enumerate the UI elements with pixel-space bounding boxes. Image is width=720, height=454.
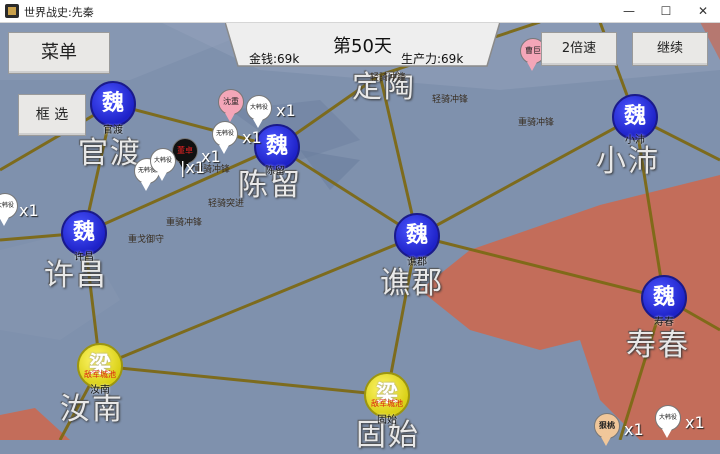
unit-count: x1 <box>624 420 644 439</box>
unit-count: x1 <box>19 201 39 220</box>
unit-marker[interactable]: 大韩役 <box>246 95 272 128</box>
city-name-chenliu: 陈留 <box>265 166 285 177</box>
city-name-guandu: 官渡 <box>103 125 123 136</box>
wei-faction-glyph: 魏 <box>101 91 124 116</box>
region-label-dingtao: 定陶 <box>352 70 416 105</box>
unit-count: x1 <box>276 101 296 120</box>
troop-label: 轻骑突进 <box>208 199 245 209</box>
app-icon <box>5 4 19 18</box>
window-title: 世界战史:先秦 <box>24 6 94 19</box>
unit-marker[interactable]: 大韩役 <box>0 193 18 226</box>
city-name-shouchun: 寿春 <box>654 317 674 328</box>
city-name-xuchang: 许昌 <box>74 252 94 263</box>
money-display: 金钱:69k <box>249 52 300 66</box>
resume-button[interactable]: 继续 <box>632 32 708 66</box>
enemy-city-tag: 敌军城池 <box>371 399 403 408</box>
unit-marker[interactable]: 狠桃 <box>594 413 620 446</box>
unit-count: |x1 <box>180 158 206 177</box>
troop-label: 重骑冲锋 <box>518 118 555 128</box>
window-titlebar: 世界战史:先秦 — ☐ ✕ <box>0 0 720 23</box>
speed-button[interactable]: 2倍速 <box>541 32 617 66</box>
troop-label: 轻骑冲锋 <box>370 73 407 83</box>
enemy-city-tag: 敌军城池 <box>84 370 116 379</box>
unit-count: x1 <box>685 413 705 432</box>
troop-label: 重戈御守 <box>128 235 165 245</box>
unit-marker[interactable]: 大韩役 <box>655 405 681 438</box>
unit-marker[interactable]: 大韩役 <box>150 148 176 181</box>
production-display: 生产力:69k <box>401 52 464 66</box>
status-panel: 第50天 金钱:69k 生产力:69k <box>225 22 500 68</box>
minimize-button[interactable]: — <box>614 1 644 21</box>
menu-button[interactable]: 菜单 <box>8 32 110 74</box>
box-select-button[interactable]: 框 选 <box>18 94 86 136</box>
city-name-qiaojun: 谯郡 <box>407 257 427 268</box>
wei-faction-glyph: 魏 <box>405 223 428 248</box>
troop-label: 轻骑冲锋 <box>432 95 469 105</box>
city-name-xiaopei: 小沛 <box>625 135 645 146</box>
city-name-gushi: 固始 <box>377 415 397 426</box>
maximize-button[interactable]: ☐ <box>651 1 681 21</box>
city-name-runan: 汝南 <box>90 385 110 396</box>
troop-label: 重骑冲锋 <box>166 218 203 228</box>
unit-count: x1 <box>242 128 262 147</box>
liang-faction-glyph: 梁 <box>375 382 398 407</box>
unit-marker[interactable]: 沈重 <box>218 89 244 122</box>
close-button[interactable]: ✕ <box>688 1 718 21</box>
